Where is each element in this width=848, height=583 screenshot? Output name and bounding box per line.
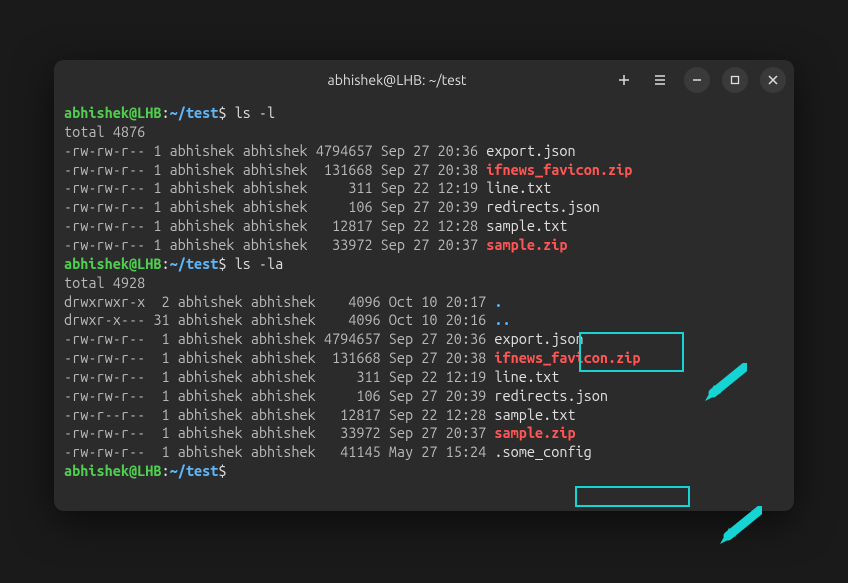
- terminal-line: -rw-rw-r-- 1 abhishek abhishek 106 Sep 2…: [64, 387, 784, 406]
- terminal-line: -rw-rw-r-- 1 abhishek abhishek 12817 Sep…: [64, 217, 784, 236]
- terminal-window: abhishek@LHB: ~/test abhishek@LHB:~/test…: [54, 60, 794, 511]
- file-name: sample.zip: [494, 424, 575, 441]
- terminal-line: abhishek@LHB:~/test$ ls -l: [64, 104, 784, 123]
- terminal-line: drwxrwxr-x 2 abhishek abhishek 4096 Oct …: [64, 293, 784, 312]
- terminal-line: total 4928: [64, 274, 784, 293]
- terminal-line: -rw-rw-r-- 1 abhishek abhishek 311 Sep 2…: [64, 179, 784, 198]
- terminal-line: -rw-rw-r-- 1 abhishek abhishek 4794657 S…: [64, 330, 784, 349]
- terminal-line: -rw-rw-r-- 1 abhishek abhishek 311 Sep 2…: [64, 368, 784, 387]
- close-button[interactable]: [760, 67, 786, 93]
- file-name: ifnews_favicon.zip: [494, 349, 640, 366]
- file-name: .some_config: [494, 443, 591, 460]
- terminal-line: -rw-rw-r-- 1 abhishek abhishek 131668 Se…: [64, 161, 784, 180]
- arrow-icon: [716, 468, 765, 583]
- terminal-line: -rw-r--r-- 1 abhishek abhishek 12817 Sep…: [64, 406, 784, 425]
- terminal-line: abhishek@LHB:~/test$ ls -la: [64, 255, 784, 274]
- highlight-box-hiddenfile: [575, 486, 690, 507]
- file-name: redirects.json: [486, 198, 600, 215]
- new-tab-button[interactable]: [612, 68, 636, 92]
- terminal-line: -rw-rw-r-- 1 abhishek abhishek 106 Sep 2…: [64, 198, 784, 217]
- file-name: export.json: [494, 330, 583, 347]
- file-name: sample.zip: [486, 236, 567, 253]
- file-name: redirects.json: [494, 387, 608, 404]
- file-name: sample.txt: [494, 406, 575, 423]
- terminal-body[interactable]: abhishek@LHB:~/test$ ls -ltotal 4876-rw-…: [54, 100, 794, 511]
- file-name: ..: [494, 311, 510, 328]
- titlebar-controls: [612, 67, 786, 93]
- minimize-button[interactable]: [684, 67, 710, 93]
- terminal-line: total 4876: [64, 123, 784, 142]
- terminal-line: -rw-rw-r-- 1 abhishek abhishek 33972 Sep…: [64, 236, 784, 255]
- terminal-line: drwxr-x--- 31 abhishek abhishek 4096 Oct…: [64, 311, 784, 330]
- window-title: abhishek@LHB: ~/test: [182, 72, 612, 88]
- terminal-line: -rw-rw-r-- 1 abhishek abhishek 4794657 S…: [64, 142, 784, 161]
- file-name: line.txt: [486, 179, 551, 196]
- terminal-line: abhishek@LHB:~/test$: [64, 462, 784, 481]
- file-name: line.txt: [494, 368, 559, 385]
- file-name: export.json: [486, 142, 575, 159]
- file-name: sample.txt: [486, 217, 567, 234]
- file-name: ifnews_favicon.zip: [486, 161, 632, 178]
- maximize-button[interactable]: [722, 67, 748, 93]
- terminal-line: -rw-rw-r-- 1 abhishek abhishek 131668 Se…: [64, 349, 784, 368]
- menu-button[interactable]: [648, 68, 672, 92]
- file-name: .: [494, 293, 502, 310]
- terminal-line: -rw-rw-r-- 1 abhishek abhishek 41145 May…: [64, 443, 784, 462]
- terminal-line: -rw-rw-r-- 1 abhishek abhishek 33972 Sep…: [64, 424, 784, 443]
- titlebar: abhishek@LHB: ~/test: [54, 60, 794, 100]
